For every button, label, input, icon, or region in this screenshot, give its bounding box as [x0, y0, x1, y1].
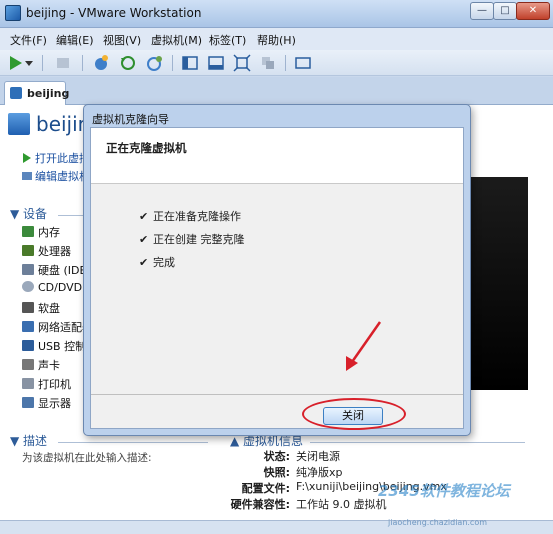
step-finish: ✔ 完成 [139, 254, 175, 270]
toolbar-separator [82, 55, 83, 71]
collapse-triangle-icon: ▼ [10, 434, 24, 448]
floppy-icon [22, 302, 34, 313]
toolbar [0, 50, 553, 76]
dialog-title: 虚拟机克隆向导 [92, 113, 169, 126]
dialog-heading: 正在克隆虚拟机 [106, 141, 187, 155]
snapshot-icon[interactable] [92, 54, 110, 72]
annotation-ellipse [302, 398, 406, 430]
device-floppy[interactable]: 软盘 [22, 300, 60, 316]
network-adapter-icon [22, 321, 34, 332]
dialog-header: 正在克隆虚拟机 [91, 128, 463, 184]
vmware-app-icon [5, 5, 21, 21]
memory-icon [22, 226, 34, 237]
snapshot-manager-icon[interactable] [146, 54, 164, 72]
menu-file[interactable]: 文件(F) [10, 32, 47, 48]
tab-strip: beijing [0, 77, 553, 105]
device-sound-card[interactable]: 声卡 [22, 357, 60, 373]
hardware-compat-label: 硬件兼容性: [230, 498, 290, 511]
step-label: 完成 [153, 256, 175, 269]
vm-icon [8, 113, 30, 135]
device-cd-dvd[interactable]: CD/DVD [22, 281, 82, 297]
snapshot-label: 快照: [263, 466, 290, 479]
device-memory[interactable]: 内存 [22, 224, 60, 240]
watermark: 2345软件教程论坛 [378, 482, 510, 500]
menu-help[interactable]: 帮助(H) [257, 32, 296, 48]
vm-details-header-label: 虚拟机信息 [243, 434, 304, 448]
power-dropdown-icon[interactable] [24, 54, 34, 72]
processor-icon [22, 245, 34, 256]
device-label: 打印机 [38, 378, 71, 391]
device-label: 软盘 [38, 302, 60, 315]
status-value: 关闭电源 [296, 450, 340, 463]
device-printer[interactable]: 打印机 [22, 376, 71, 392]
toolbar-separator [42, 55, 43, 71]
unity-icon[interactable] [259, 54, 277, 72]
close-window-button[interactable]: ✕ [516, 2, 550, 20]
menu-view[interactable]: 视图(V) [103, 32, 141, 48]
devices-header-label: 设备 [23, 207, 48, 221]
toolbar-separator [172, 55, 173, 71]
menu-vm[interactable]: 虚拟机(M) [151, 32, 202, 48]
power-on-icon [23, 153, 31, 163]
title-bar: beijing - VMware Workstation — □ ✕ [0, 0, 553, 28]
sidebar-icon[interactable] [181, 54, 199, 72]
revert-snapshot-icon[interactable] [119, 54, 137, 72]
description-placeholder[interactable]: 为该虚拟机在此处输入描述: [22, 450, 152, 465]
cd-dvd-icon [22, 281, 34, 292]
dialog-footer-divider [91, 394, 463, 395]
checkmark-icon: ✔ [139, 210, 149, 223]
power-on-icon[interactable] [6, 54, 24, 72]
tab-beijing[interactable]: beijing [4, 81, 70, 105]
section-divider [58, 442, 208, 443]
printer-icon [22, 378, 34, 389]
hardware-compat-value: 工作站 9.0 虚拟机 [296, 498, 387, 511]
suspend-icon[interactable] [54, 54, 72, 72]
checkmark-icon: ✔ [139, 256, 149, 269]
dialog-body: 正在克隆虚拟机 ✔ 正在准备克隆操作 ✔ 正在创建 完整克隆 ✔ 完成 关闭 [90, 127, 464, 430]
edit-settings-icon [22, 172, 32, 180]
device-label: 显示器 [38, 397, 71, 410]
snapshot-value: 纯净版xp [296, 466, 343, 479]
display-icon [22, 397, 34, 408]
device-hard-disk[interactable]: 硬盘 (IDE) [22, 262, 91, 278]
maximize-button[interactable]: □ [493, 2, 517, 20]
menu-tabs[interactable]: 标签(T) [209, 32, 246, 48]
thumbnail-bar-icon[interactable] [207, 54, 225, 72]
config-file-label: 配置文件: [241, 482, 290, 495]
minimize-button[interactable]: — [470, 2, 494, 20]
menu-edit[interactable]: 编辑(E) [56, 32, 94, 48]
devices-section-header[interactable]: ▼ 设备 [10, 205, 47, 222]
device-processor[interactable]: 处理器 [22, 243, 71, 259]
description-header-label: 描述 [23, 434, 48, 448]
device-label: 内存 [38, 226, 60, 239]
device-label: 处理器 [38, 245, 71, 258]
step-prepare: ✔ 正在准备克隆操作 [139, 208, 241, 224]
status-label: 状态: [263, 450, 290, 463]
device-display[interactable]: 显示器 [22, 395, 71, 411]
step-label: 正在准备克隆操作 [153, 210, 241, 223]
hard-disk-icon [22, 264, 34, 275]
console-view-icon[interactable] [294, 54, 312, 72]
checkmark-icon: ✔ [139, 233, 149, 246]
step-create: ✔ 正在创建 完整克隆 [139, 231, 245, 247]
section-divider [310, 442, 525, 443]
menu-bar: 文件(F) 编辑(E) 视图(V) 虚拟机(M) 标签(T) 帮助(H) [0, 28, 553, 50]
collapse-triangle-icon: ▲ [230, 434, 244, 448]
clone-wizard-dialog: 虚拟机克隆向导 正在克隆虚拟机 ✔ 正在准备克隆操作 ✔ 正在创建 完整克隆 ✔ 完成… [83, 104, 471, 436]
collapse-triangle-icon: ▼ [10, 207, 24, 221]
tab-label: beijing [27, 87, 70, 100]
toolbar-separator [285, 55, 286, 71]
fullscreen-icon[interactable] [233, 54, 251, 72]
window-title: beijing - VMware Workstation [26, 6, 202, 20]
description-section-header[interactable]: ▼ 描述 [10, 432, 47, 449]
watermark-url: jiaocheng.chazidian.com [388, 518, 488, 527]
vm-tab-icon [10, 87, 22, 99]
device-label: CD/DVD [38, 281, 83, 294]
usb-icon [22, 340, 34, 351]
sound-card-icon [22, 359, 34, 370]
device-label: 声卡 [38, 359, 60, 372]
step-label: 正在创建 完整克隆 [153, 233, 245, 246]
